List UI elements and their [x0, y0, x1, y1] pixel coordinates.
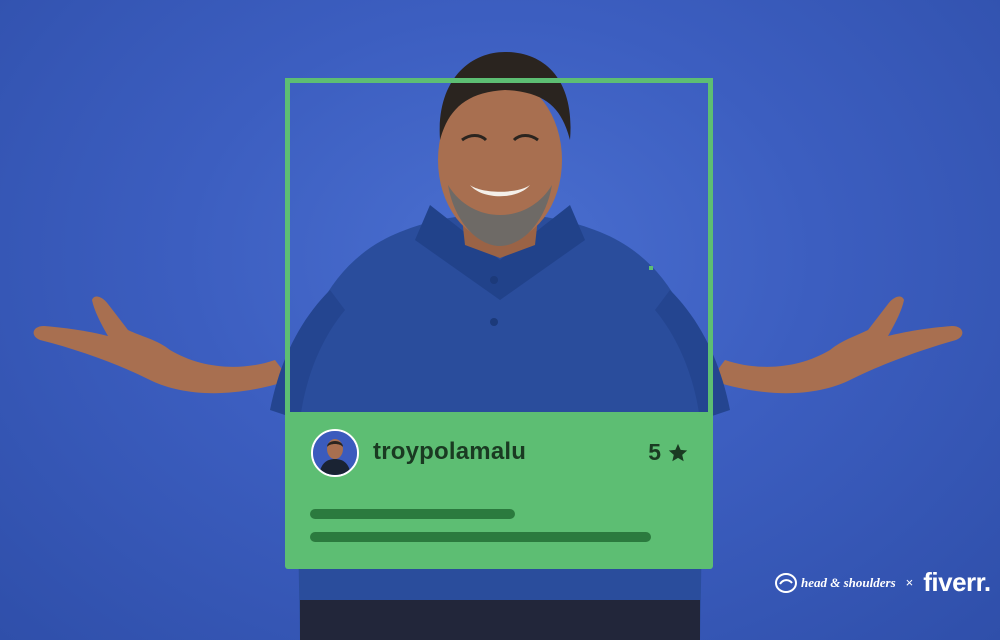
username: troypolamalu: [373, 438, 527, 465]
review-card: troypolamalu 5: [285, 412, 713, 569]
star-icon: [668, 443, 688, 461]
rating-value: 5: [648, 439, 661, 465]
avatar: [311, 429, 359, 477]
review-card-frame: [285, 78, 713, 414]
brand-lockup: head & shoulders × fiverr.: [775, 567, 991, 598]
head-shoulders-icon: [775, 572, 797, 593]
head-shoulders-text: head & shoulders: [801, 575, 896, 590]
brand-separator: ×: [905, 575, 914, 590]
head-shoulders-logo: head & shoulders: [775, 572, 896, 594]
frame-dot: [649, 266, 653, 270]
avatar-image: [313, 431, 357, 475]
review-placeholder-line: [310, 532, 651, 542]
rating: 5: [648, 439, 689, 466]
left-arm: [33, 296, 290, 394]
fiverr-logo: fiverr.: [923, 567, 991, 597]
review-placeholder-line: [310, 509, 515, 519]
right-arm: [710, 296, 963, 394]
